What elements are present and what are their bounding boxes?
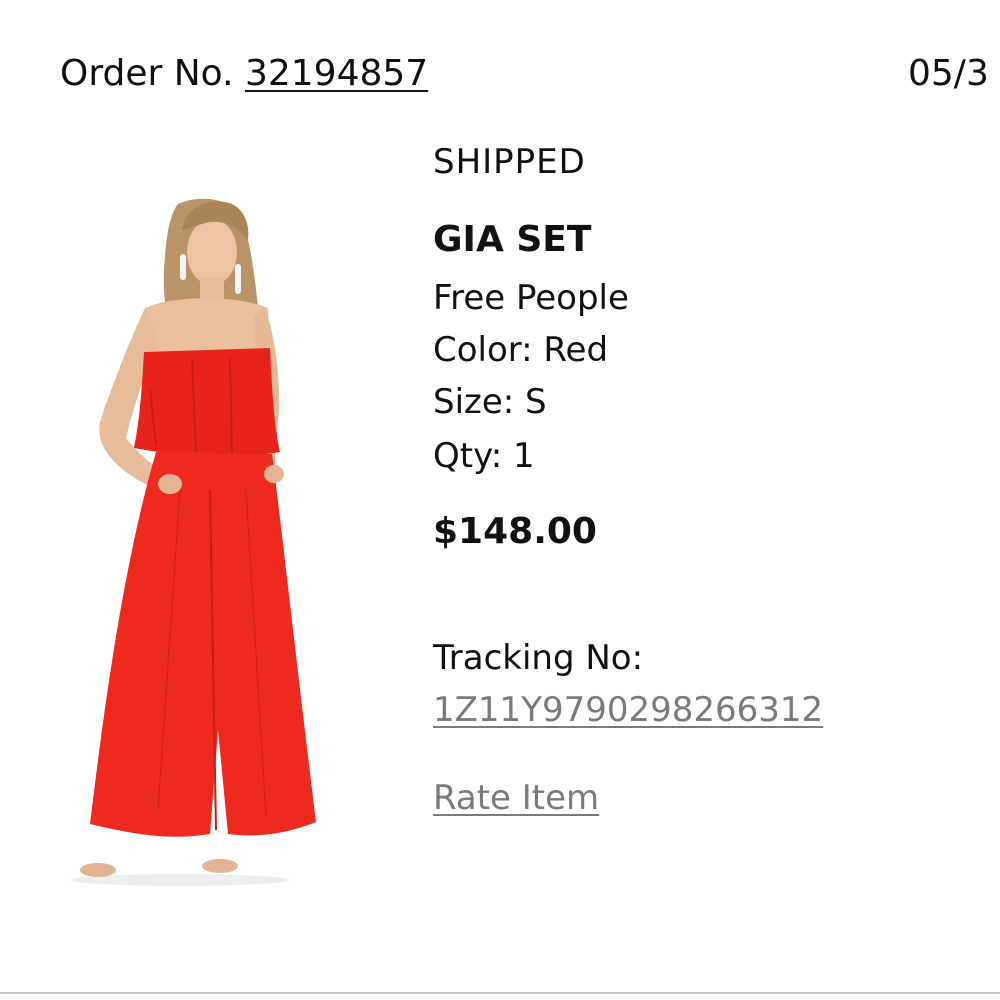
- tracking-number-link[interactable]: 1Z11Y9790298266312: [433, 686, 823, 734]
- tracking-label: Tracking No:: [433, 638, 644, 678]
- shipping-status: SHIPPED: [433, 142, 586, 182]
- bottom-divider: [0, 992, 1000, 994]
- product-color: Color: Red: [433, 330, 609, 370]
- product-price: $148.00: [433, 511, 597, 552]
- product-photo-icon: [70, 198, 316, 886]
- order-label: Order No.: [60, 53, 245, 94]
- rate-item-link[interactable]: Rate Item: [433, 774, 599, 822]
- product-image[interactable]: [60, 190, 350, 900]
- product-name: GIA SET: [433, 219, 592, 260]
- product-size: Size: S: [433, 382, 547, 422]
- order-number-line: Order No. 32194857: [60, 52, 428, 96]
- product-brand: Free People: [433, 278, 629, 318]
- order-number-link[interactable]: 32194857: [245, 53, 428, 94]
- order-date: 05/3: [908, 53, 989, 94]
- product-quantity: Qty: 1: [433, 436, 535, 476]
- order-header: Order No. 32194857 05/3: [0, 0, 1000, 130]
